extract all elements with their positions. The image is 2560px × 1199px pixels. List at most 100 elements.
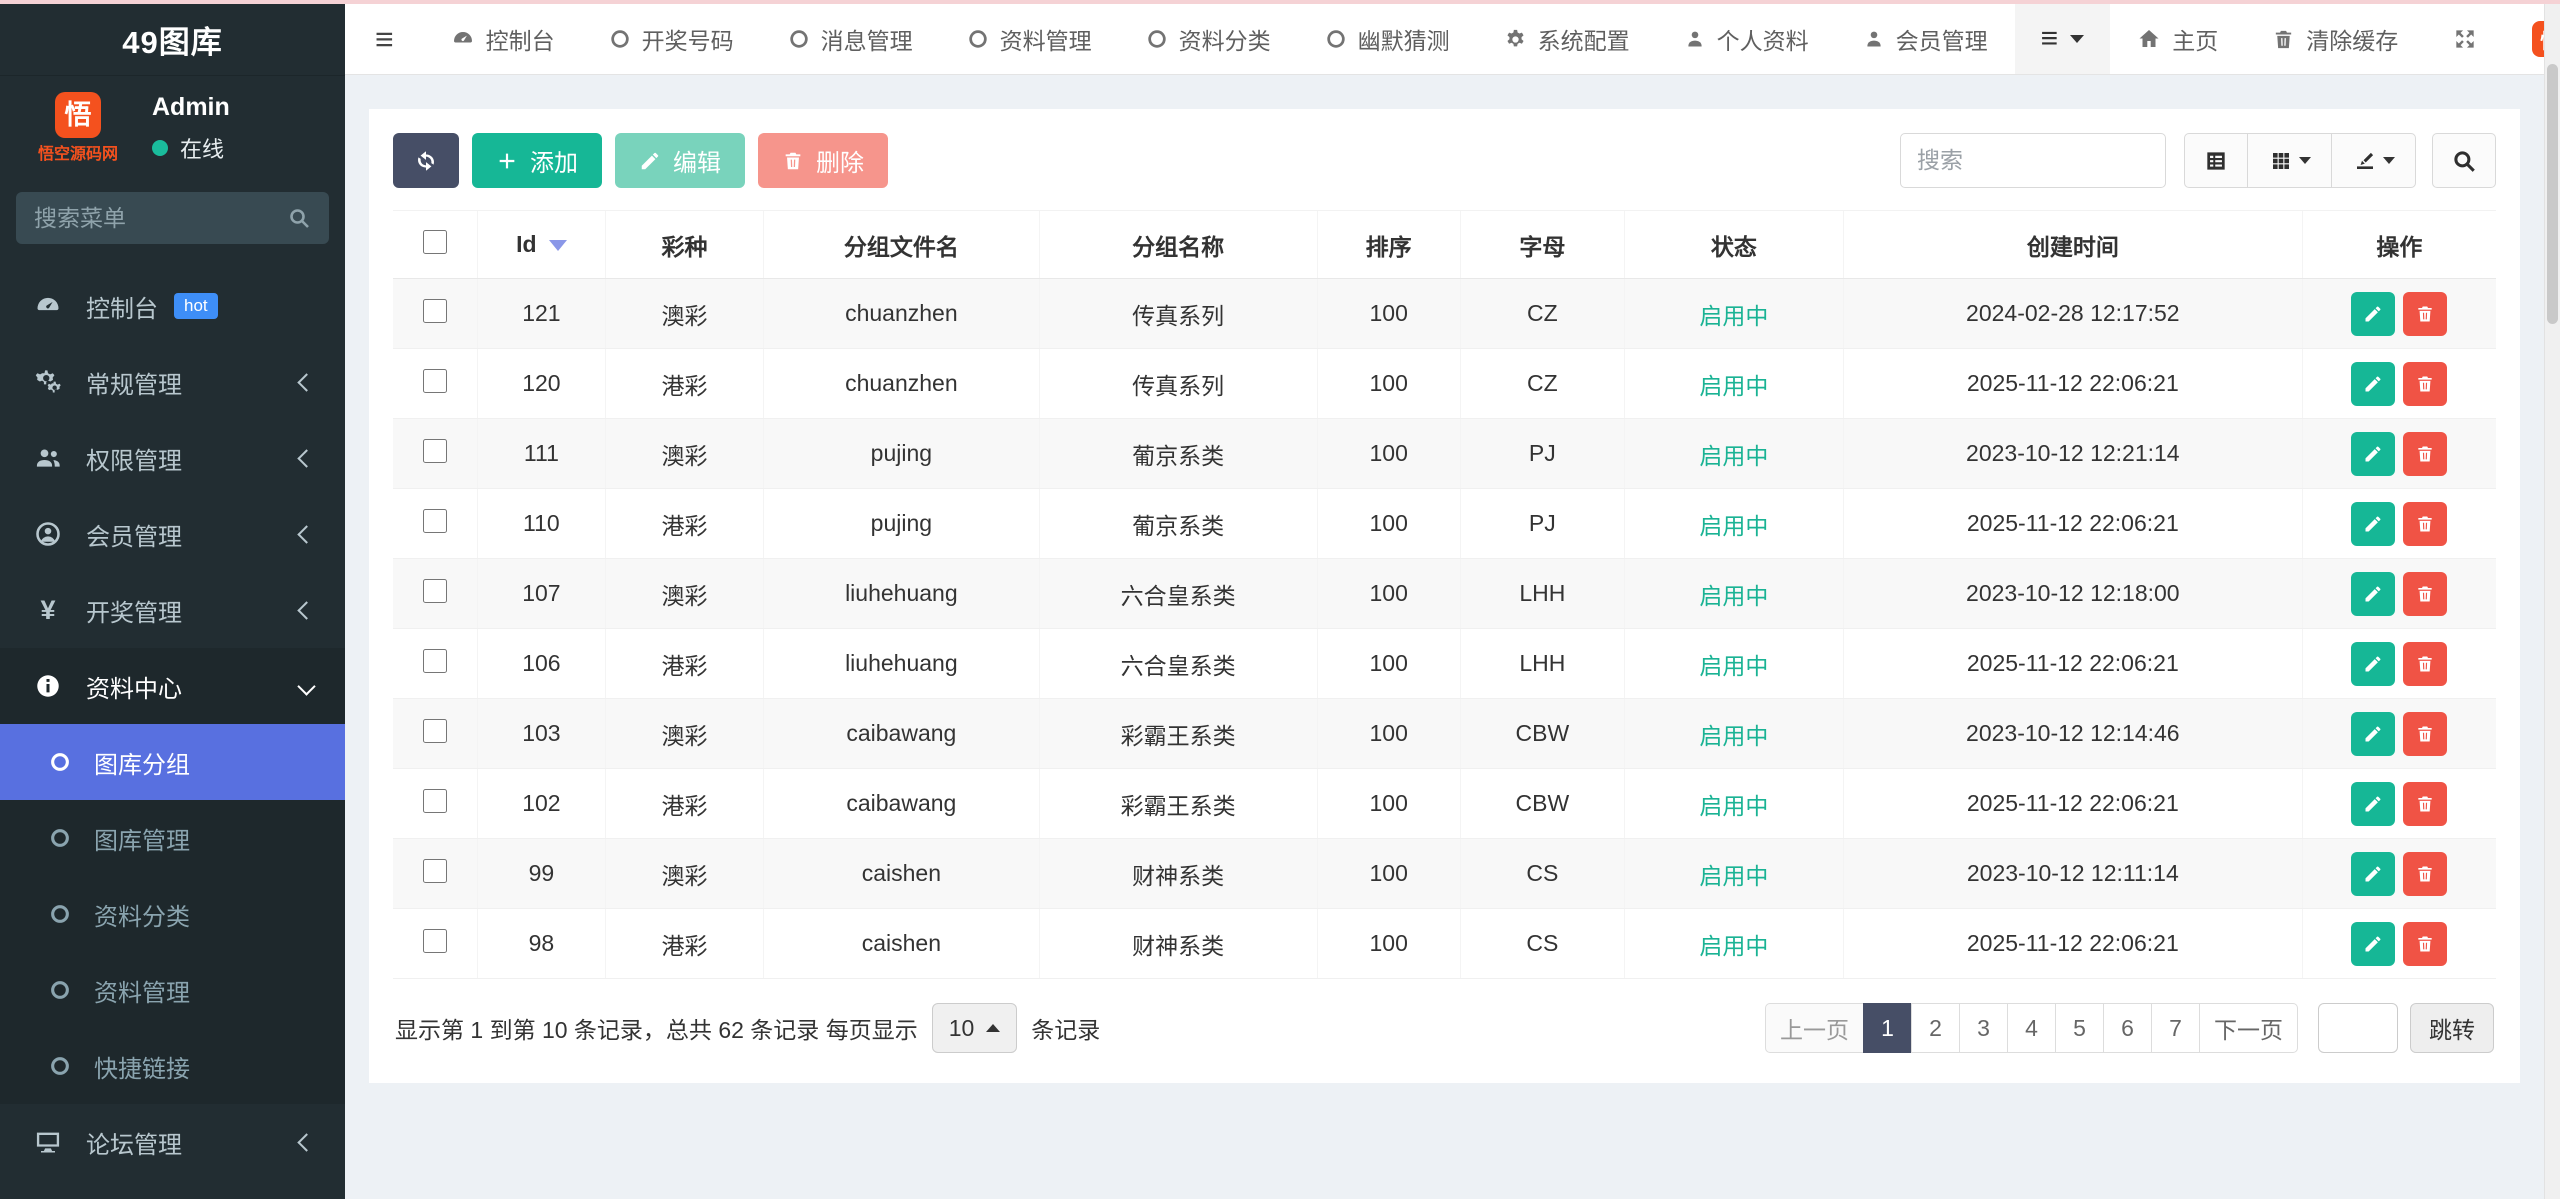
column-header-groupname[interactable]: 分组名称 [1039,211,1317,279]
column-header-id[interactable]: Id [477,211,605,279]
row-checkbox[interactable] [423,719,447,743]
page-size-dropdown[interactable]: 10 [932,1003,1018,1053]
sidebar-subitem-gallery-groups[interactable]: 图库分组 [0,724,345,800]
sidebar-subitem-gallery-manage[interactable]: 图库管理 [0,800,345,876]
table-search-input[interactable] [1900,133,2166,188]
row-delete-button[interactable] [2403,432,2447,476]
nav-item-data-category[interactable]: 资料分类 [1119,4,1298,74]
row-delete-button[interactable] [2403,642,2447,686]
row-delete-button[interactable] [2403,362,2447,406]
row-delete-button[interactable] [2403,852,2447,896]
trash-icon [2415,584,2435,604]
page-button[interactable]: 2 [1911,1003,1960,1053]
page-button[interactable]: 7 [2151,1003,2200,1053]
row-delete-button[interactable] [2403,572,2447,616]
cell-groupname: 葡京系类 [1039,419,1317,489]
row-edit-button[interactable] [2351,362,2395,406]
row-delete-button[interactable] [2403,292,2447,336]
nav-item-home[interactable]: 主页 [2110,4,2245,74]
column-header-created[interactable]: 创建时间 [1843,211,2302,279]
table-row: 107 澳彩 liuhehuang 六合皇系类 100 LHH 启用中 2023… [393,559,2496,629]
row-edit-button[interactable] [2351,572,2395,616]
scrollbar[interactable] [2544,4,2560,1199]
fullscreen-button[interactable] [2425,4,2505,74]
nav-item-data-manage[interactable]: 资料管理 [940,4,1119,74]
column-header-sort[interactable]: 排序 [1317,211,1460,279]
page-button[interactable]: 1 [1863,1003,1912,1053]
sidebar-search-input[interactable] [16,192,329,244]
sidebar-item-dashboard[interactable]: 控制台 hot [0,268,345,344]
sidebar-subitem-data-manage[interactable]: 资料管理 [0,952,345,1028]
status-badge: 启用中 [1624,489,1843,559]
nav-item-dashboard[interactable]: 控制台 [424,4,582,74]
row-delete-button[interactable] [2403,712,2447,756]
cell-id: 98 [477,909,605,979]
jump-button[interactable]: 跳转 [2410,1003,2494,1053]
row-edit-button[interactable] [2351,292,2395,336]
prev-page-button[interactable]: 上一页 [1765,1003,1864,1053]
sidebar-toggle-icon[interactable]: ≡ [345,21,424,58]
row-checkbox[interactable] [423,369,447,393]
sidebar-item-permissions[interactable]: 权限管理 [0,420,345,496]
cell-actions [2302,349,2496,419]
nav-item-humor-guess[interactable]: 幽默猜测 [1298,4,1477,74]
page-button[interactable]: 4 [2007,1003,2056,1053]
sidebar-item-lottery[interactable]: ¥ 开奖管理 [0,572,345,648]
nav-item-label: 资料分类 [1179,22,1271,56]
nav-item-member-manage[interactable]: 会员管理 [1836,4,2015,74]
row-checkbox[interactable] [423,859,447,883]
page-button[interactable]: 3 [1959,1003,2008,1053]
chevron-left-icon [297,525,315,543]
row-edit-button[interactable] [2351,922,2395,966]
sidebar-subitem-data-category[interactable]: 资料分类 [0,876,345,952]
nav-item-system-config[interactable]: 系统配置 [1477,4,1657,74]
page-button[interactable]: 6 [2103,1003,2152,1053]
columns-button[interactable] [2248,133,2332,188]
page-button[interactable]: 5 [2055,1003,2104,1053]
sidebar-item-general[interactable]: 常规管理 [0,344,345,420]
row-delete-button[interactable] [2403,782,2447,826]
sidebar-item-data-center[interactable]: 资料中心 [0,648,345,724]
row-checkbox[interactable] [423,929,447,953]
row-edit-button[interactable] [2351,712,2395,756]
column-header-filename[interactable]: 分组文件名 [763,211,1039,279]
nav-item-messages[interactable]: 消息管理 [761,4,940,74]
add-button[interactable]: 添加 [472,133,602,188]
row-edit-button[interactable] [2351,642,2395,686]
nav-item-clear-cache[interactable]: 清除缓存 [2245,4,2425,74]
scrollbar-thumb[interactable] [2547,64,2558,324]
edit-button[interactable]: 编辑 [615,133,745,188]
cell-lottery: 港彩 [606,909,764,979]
row-checkbox[interactable] [423,439,447,463]
row-edit-button[interactable] [2351,432,2395,476]
row-delete-button[interactable] [2403,502,2447,546]
sidebar-item-members[interactable]: 会员管理 [0,496,345,572]
nav-item-draw-numbers[interactable]: 开奖号码 [582,4,761,74]
toolbar: 添加 编辑 删除 [393,133,2496,188]
jump-page-input[interactable] [2318,1003,2398,1053]
row-edit-button[interactable] [2351,502,2395,546]
row-edit-button[interactable] [2351,852,2395,896]
column-header-lottery[interactable]: 彩种 [606,211,764,279]
row-edit-button[interactable] [2351,782,2395,826]
sidebar-subitem-quick-links[interactable]: 快捷链接 [0,1028,345,1104]
row-checkbox[interactable] [423,649,447,673]
delete-button[interactable]: 删除 [758,133,888,188]
row-checkbox[interactable] [423,789,447,813]
row-delete-button[interactable] [2403,922,2447,966]
sidebar-item-forum[interactable]: 论坛管理 [0,1104,345,1180]
row-checkbox[interactable] [423,579,447,603]
detail-view-button[interactable] [2184,133,2248,188]
row-checkbox[interactable] [423,299,447,323]
column-header-letter[interactable]: 字母 [1460,211,1624,279]
refresh-button[interactable] [393,133,459,188]
nav-list-dropdown[interactable]: ≡ [2015,4,2111,74]
cell-sort: 100 [1317,349,1460,419]
next-page-button[interactable]: 下一页 [2199,1003,2298,1053]
export-button[interactable] [2332,133,2416,188]
nav-item-profile[interactable]: 个人资料 [1657,4,1836,74]
column-header-status[interactable]: 状态 [1624,211,1843,279]
select-all-checkbox[interactable] [423,230,447,254]
row-checkbox[interactable] [423,509,447,533]
search-button[interactable] [2432,133,2496,188]
